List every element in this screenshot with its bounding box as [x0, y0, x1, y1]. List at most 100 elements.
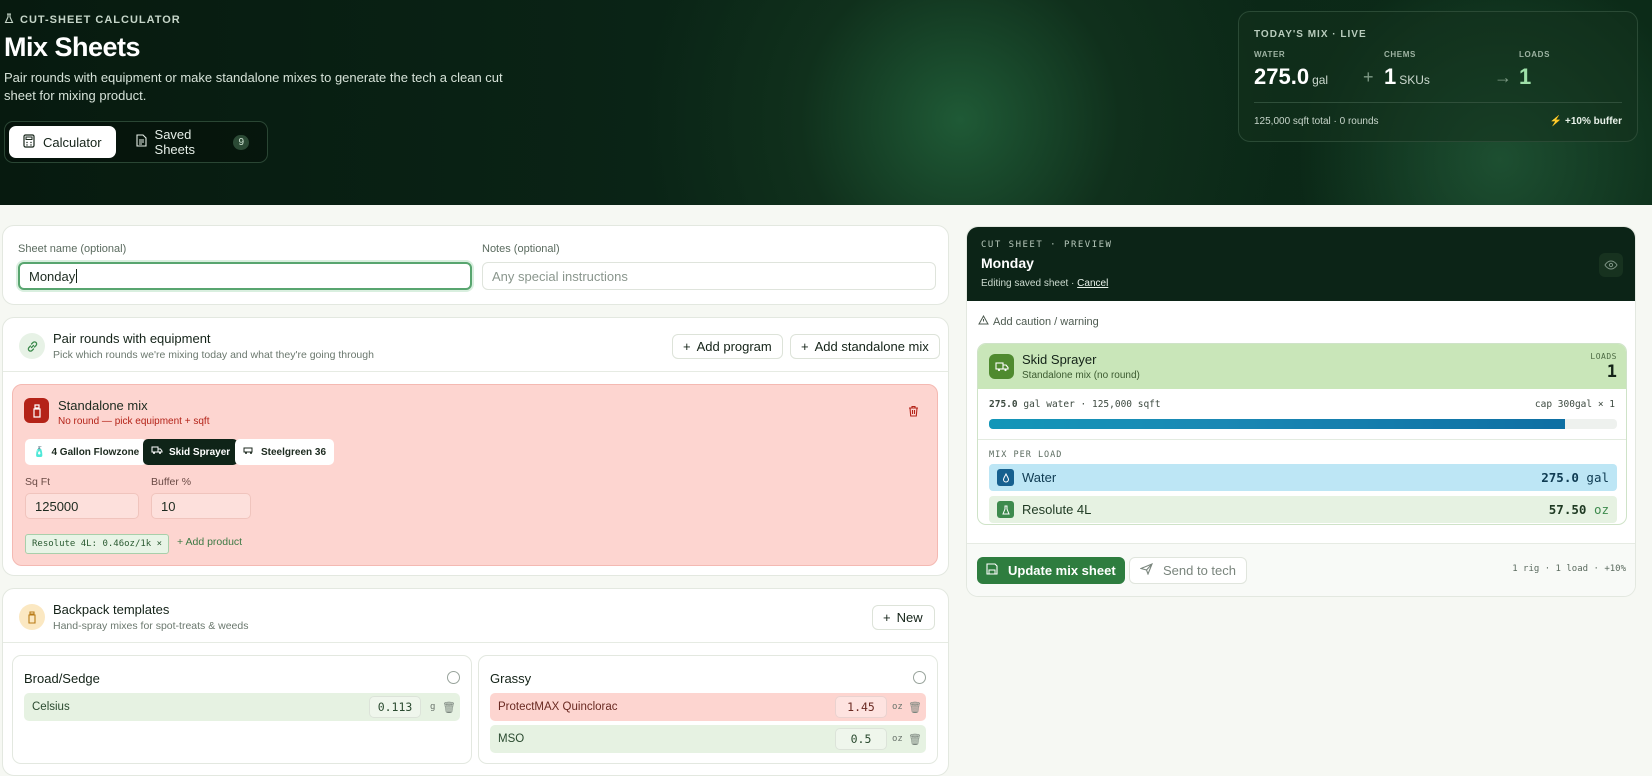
tab-saved-sheets-label: Saved Sheets: [154, 127, 196, 157]
template-product-row: MSO 0.5 oz 🗑: [490, 725, 926, 753]
water-summary: 275.0 gal water · 125,000 sqft: [989, 399, 1161, 410]
notes-label: Notes (optional): [482, 243, 560, 255]
tab-calculator[interactable]: Calculator: [9, 126, 116, 158]
mix-per-load-label: MIX PER LOAD: [989, 450, 1063, 460]
template-radio[interactable]: [913, 671, 926, 684]
template-broad-sedge[interactable]: Broad/Sedge Celsius 0.113 g 🗑: [12, 655, 472, 764]
backpack-subtitle: Hand-spray mixes for spot-treats & weeds: [53, 620, 249, 632]
add-caution-button[interactable]: Add caution / warning: [978, 314, 1099, 328]
add-standalone-mix-button[interactable]: + Add standalone mix: [790, 334, 940, 359]
backpack-icon: [19, 604, 45, 630]
add-program-button[interactable]: + Add program: [672, 334, 783, 359]
template-name: Grassy: [490, 671, 532, 686]
page-subtitle: Pair rounds with equipment or make stand…: [4, 70, 503, 103]
standalone-mix-title: Standalone mix: [58, 398, 148, 413]
eye-icon[interactable]: [1599, 253, 1623, 277]
plus-icon: +: [801, 339, 809, 354]
buffer-input[interactable]: 10: [151, 493, 251, 519]
warning-icon: [978, 314, 989, 328]
tab-calculator-label: Calculator: [43, 134, 102, 150]
sheet-name-label: Sheet name (optional): [18, 243, 127, 255]
plus-icon: +: [683, 339, 691, 354]
equipment-option-4-gallon-flowzone[interactable]: 🧴 4 Gallon Flowzone: [25, 439, 148, 465]
backpack-icon: 🧴: [33, 446, 46, 458]
tab-bar: Calculator Saved Sheets 9: [4, 121, 268, 163]
new-template-button[interactable]: + New: [872, 605, 935, 630]
plus-icon: +: [1363, 67, 1374, 87]
divider: [1254, 102, 1622, 103]
loads-total: 1: [1519, 64, 1532, 89]
template-radio[interactable]: [447, 671, 460, 684]
update-mix-sheet-button[interactable]: Update mix sheet: [977, 557, 1125, 584]
sqft-input[interactable]: 125000: [25, 493, 139, 519]
chems-total: 1 SKUs: [1384, 64, 1430, 89]
product-chip-resolute[interactable]: Resolute 4L: 0.46oz/1k ×: [25, 534, 170, 554]
mix-row-resolute: Resolute 4L 57.50 oz: [989, 496, 1617, 523]
product-qty-input[interactable]: 0.113: [369, 696, 421, 718]
preview-eyebrow: CUT SHEET · PREVIEW: [981, 240, 1113, 250]
sheet-details-card: Sheet name (optional) Monday Notes (opti…: [2, 225, 949, 305]
todays-mix-summary: TODAY'S MIX · LIVE WATER 275.0 gal + CHEM…: [1238, 11, 1638, 142]
trash-icon[interactable]: [908, 405, 919, 420]
pair-rounds-title: Pair rounds with equipment: [53, 331, 211, 346]
template-product-row: ProtectMAX Quinclorac 1.45 oz 🗑: [490, 693, 926, 721]
truck-icon: [151, 446, 163, 458]
backpack-header: Backpack templates Hand-spray mixes for …: [3, 589, 948, 643]
template-grassy[interactable]: Grassy ProtectMAX Quinclorac 1.45 oz 🗑 M…: [478, 655, 938, 764]
product-unit: g: [430, 702, 436, 712]
chems-label: CHEMS: [1384, 50, 1416, 59]
link-icon: [19, 333, 45, 359]
trash-icon[interactable]: 🗑: [908, 701, 922, 714]
flask-icon: [4, 13, 14, 27]
spray-bottle-icon: [24, 398, 49, 423]
preview-header: CUT SHEET · PREVIEW Monday Editing saved…: [967, 227, 1635, 301]
sheet-name-input[interactable]: Monday: [18, 262, 472, 290]
save-icon: [986, 563, 998, 578]
cut-sheet-preview: CUT SHEET · PREVIEW Monday Editing saved…: [966, 226, 1636, 597]
mix-row-amount: 57.50 oz: [1548, 502, 1609, 517]
live-title: TODAY'S MIX · LIVE: [1254, 29, 1367, 40]
flask-icon: [997, 501, 1014, 518]
footer-summary: 1 rig · 1 load · +10%: [1512, 564, 1626, 574]
tank-fill-bar: [989, 419, 1617, 429]
header-eyebrow: CUT-SHEET CALCULATOR: [4, 13, 181, 27]
water-total: 275.0 gal: [1254, 64, 1329, 89]
template-product-row: Celsius 0.113 g 🗑: [24, 693, 460, 721]
equipment-option-steelgreen-36[interactable]: Steelgreen 36: [235, 439, 335, 465]
mower-icon: [243, 446, 255, 458]
saved-sheets-count-badge: 9: [233, 134, 249, 150]
standalone-mix-subtitle: No round — pick equipment + sqft: [58, 416, 210, 427]
calculator-icon: [23, 133, 35, 151]
trash-icon[interactable]: 🗑: [442, 701, 456, 714]
product-unit: oz: [892, 702, 903, 712]
tank-fill: [989, 419, 1565, 429]
notes-input[interactable]: Any special instructions: [482, 262, 936, 290]
backpack-title: Backpack templates: [53, 602, 170, 617]
product-name: Celsius: [32, 701, 70, 713]
rig-loads-label: LOADS: [1590, 352, 1617, 361]
tab-saved-sheets[interactable]: Saved Sheets 9: [122, 126, 263, 158]
rig-name: Skid Sprayer: [1022, 352, 1097, 367]
product-qty-input[interactable]: 0.5: [835, 728, 887, 750]
rig-header: Skid Sprayer Standalone mix (no round) L…: [978, 344, 1626, 389]
add-product-link[interactable]: + Add product: [177, 536, 242, 548]
water-label: WATER: [1254, 50, 1286, 59]
divider: [978, 439, 1626, 440]
mix-row-amount: 275.0 gal: [1541, 470, 1609, 485]
trash-icon[interactable]: 🗑: [908, 733, 922, 746]
preview-title: Monday: [981, 255, 1034, 271]
cancel-edit-link[interactable]: Cancel: [1077, 278, 1108, 289]
page-header: CUT-SHEET CALCULATOR Mix Sheets Pair rou…: [0, 0, 1652, 205]
product-qty-input[interactable]: 1.45: [835, 696, 887, 718]
send-icon: [1139, 562, 1153, 578]
send-to-tech-button[interactable]: Send to tech: [1129, 557, 1247, 584]
standalone-mix-panel: Standalone mix No round — pick equipment…: [12, 384, 938, 566]
document-icon: [135, 134, 147, 150]
template-name: Broad/Sedge: [24, 671, 100, 686]
buffer-indicator: ⚡ +10% buffer: [1549, 116, 1622, 127]
capacity-label: cap 300gal × 1: [1534, 399, 1615, 410]
mix-row-water: Water 275.0 gal: [989, 464, 1617, 491]
equipment-option-skid-sprayer[interactable]: Skid Sprayer: [143, 439, 239, 465]
live-footer: 125,000 sqft total · 0 rounds: [1254, 116, 1379, 127]
rig-loads-value: 1: [1606, 362, 1617, 382]
